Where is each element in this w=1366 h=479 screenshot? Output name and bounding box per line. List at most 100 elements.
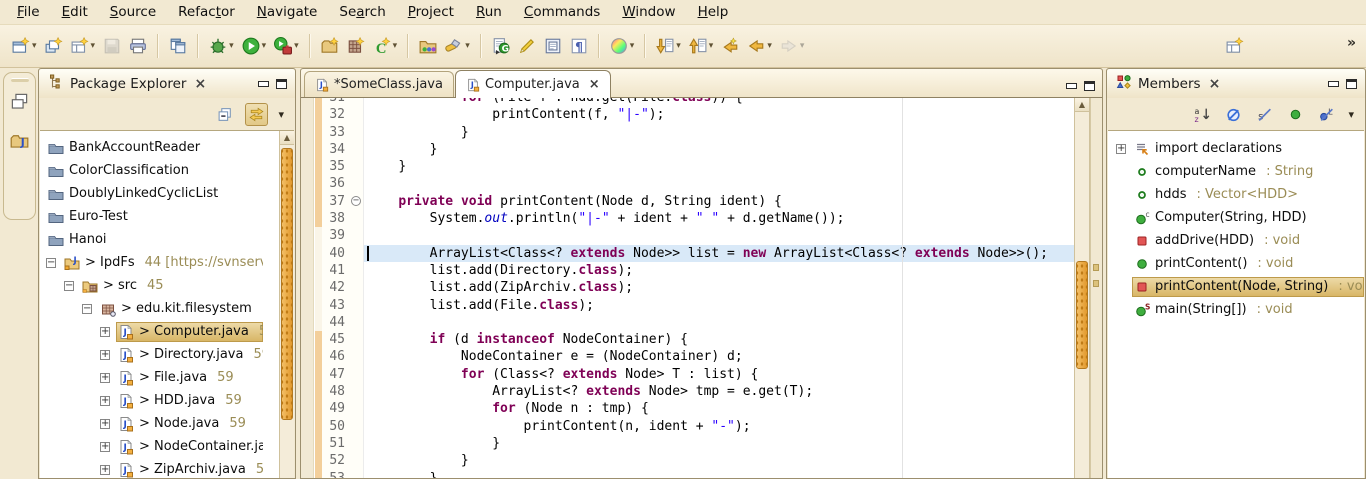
new-view-wizard-button[interactable]: ▾ xyxy=(68,34,99,58)
hide-static-button[interactable]: s xyxy=(1253,103,1276,126)
tree-item[interactable]: +J> Computer.java59 xyxy=(40,320,279,343)
tree-item[interactable]: Hanoi xyxy=(40,228,279,251)
minimize-button[interactable] xyxy=(1065,82,1076,90)
maximize-button[interactable] xyxy=(1084,81,1095,91)
code-line-44[interactable]: 44 xyxy=(315,314,1074,331)
code-line-37[interactable]: 37− private void printContent(Node d, St… xyxy=(315,193,1074,210)
back-dropdown-icon[interactable]: ▾ xyxy=(767,41,772,51)
member-item-body[interactable]: addDrive(HDD) : void xyxy=(1132,231,1364,251)
code-line-33[interactable]: 33 } xyxy=(315,124,1074,141)
view-menu-button[interactable]: ▾ xyxy=(276,108,286,121)
code-line-47[interactable]: 47 for (Class<? extends Node> T : list) … xyxy=(315,366,1074,383)
code-text[interactable]: private void printContent(Node d, String… xyxy=(364,193,1074,210)
last-edit-location-button[interactable] xyxy=(718,34,742,58)
new-view-shortcut-button[interactable] xyxy=(1226,37,1244,59)
code-line-50[interactable]: 50 printContent(n, ident + "-"); xyxy=(315,418,1074,435)
new-view-wizard-icon[interactable] xyxy=(1226,37,1244,55)
sort-button[interactable]: az xyxy=(1191,103,1214,126)
code-text[interactable]: list.add(Directory.class); xyxy=(364,262,1074,279)
member-item-body[interactable]: import declarations xyxy=(1132,139,1364,159)
code-line-34[interactable]: 34 } xyxy=(315,141,1074,158)
new-window-button[interactable] xyxy=(166,34,190,58)
code-line-38[interactable]: 38 System.out.println("|-" + ident + " "… xyxy=(315,210,1074,227)
previous-annotation-button[interactable]: ▾ xyxy=(686,34,717,58)
tree-item-body[interactable]: J> Node.java59 xyxy=(116,414,263,434)
tree-item[interactable]: −> edu.kit.filesystem xyxy=(40,297,279,320)
color-palette-button[interactable]: ▾ xyxy=(607,34,638,58)
code-text[interactable]: list.add(ZipArchiv.class); xyxy=(364,279,1074,296)
hide-fields-button[interactable] xyxy=(1222,103,1245,126)
tree-item-body[interactable]: Hanoi xyxy=(46,230,263,250)
tree-item[interactable]: −J> IpdFs44 [https://svnserver.i xyxy=(40,251,279,274)
code-line-51[interactable]: 51 } xyxy=(315,435,1074,452)
tree-item[interactable]: +J> File.java59 xyxy=(40,366,279,389)
code-text[interactable]: for (Node n : tmp) { xyxy=(364,400,1074,417)
run-dropdown-icon[interactable]: ▾ xyxy=(262,41,267,51)
debug-button[interactable]: ▾ xyxy=(206,34,237,58)
fold-ruler-cell[interactable]: − xyxy=(349,193,364,210)
code-text[interactable]: } xyxy=(364,124,1074,141)
code-text[interactable]: printContent(f, "|-"); xyxy=(364,106,1074,123)
search-dropdown-icon[interactable]: ▾ xyxy=(465,41,470,51)
package-explorer-scrollbar[interactable]: ▲ xyxy=(279,131,294,478)
tree-item-body[interactable]: J> ZipArchiv.java59 xyxy=(116,460,263,479)
code-text[interactable]: NodeContainer e = (NodeContainer) d; xyxy=(364,348,1074,365)
tree-item-body[interactable]: J> IpdFs44 [https://svnserver.i xyxy=(62,253,263,273)
member-item[interactable]: Smain(String[]) : void xyxy=(1108,298,1364,321)
member-item-body[interactable]: printContent(Node, String) : void xyxy=(1132,277,1364,297)
code-line-41[interactable]: 41 list.add(Directory.class); xyxy=(315,262,1074,279)
code-line-49[interactable]: 49 for (Node n : tmp) { xyxy=(315,400,1074,417)
print-button[interactable] xyxy=(126,34,150,58)
member-item-body[interactable]: hdds : Vector<HDD> xyxy=(1132,185,1364,205)
member-item[interactable]: addDrive(HDD) : void xyxy=(1108,229,1364,252)
tree-item[interactable]: + J> Node.java59 xyxy=(40,412,279,435)
minimize-button[interactable] xyxy=(257,80,268,88)
maximize-button[interactable] xyxy=(1346,79,1357,89)
tree-item[interactable]: +J> ZipArchiv.java59 xyxy=(40,458,279,478)
tree-item[interactable]: + J> HDD.java59 xyxy=(40,389,279,412)
show-whitespace-button[interactable]: ¶ xyxy=(567,34,591,58)
editor-tab-computerjava[interactable]: JComputer.java× xyxy=(455,70,611,98)
code-text[interactable]: } xyxy=(364,470,1074,478)
package-explorer-view-tab[interactable]: Package Explorer × xyxy=(39,74,217,94)
tree-expander-plus-icon[interactable]: + xyxy=(100,419,110,429)
run-button[interactable]: ▾ xyxy=(239,34,270,58)
tree-expander-plus-icon[interactable]: + xyxy=(100,373,110,383)
collapse-all-button[interactable] xyxy=(214,103,237,126)
hide-local-types-button[interactable]: L xyxy=(1315,103,1338,126)
menu-navigate[interactable]: Navigate xyxy=(246,1,329,23)
new-wizard-dropdown-icon[interactable]: ▾ xyxy=(32,41,37,51)
next-annotation-dropdown-icon[interactable]: ▾ xyxy=(676,41,681,51)
tree-item[interactable]: +J> Directory.java59 xyxy=(40,343,279,366)
tree-item-body[interactable]: J> Computer.java59 xyxy=(116,322,263,342)
code-text[interactable]: ArrayList<? extends Node> tmp = e.get(T)… xyxy=(364,383,1074,400)
member-item[interactable]: +import declarations xyxy=(1108,137,1364,160)
tree-item-body[interactable]: J> NodeContainer.java59 xyxy=(116,437,263,457)
tree-item-body[interactable]: J> HDD.java59 xyxy=(116,391,263,411)
code-text[interactable]: } xyxy=(364,158,1074,175)
member-item[interactable]: printContent() : void xyxy=(1108,252,1364,275)
member-item-body[interactable]: cComputer(String, HDD) xyxy=(1132,208,1364,228)
close-view-icon[interactable]: × xyxy=(192,76,208,92)
code-text[interactable] xyxy=(364,227,1074,244)
tree-item-body[interactable]: BankAccountReader xyxy=(46,138,263,158)
code-line-45[interactable]: 45 if (d instanceof NodeContainer) { xyxy=(315,331,1074,348)
menu-refactor[interactable]: Refactor xyxy=(167,1,246,23)
new-view-wizard-dropdown-icon[interactable]: ▾ xyxy=(91,41,96,51)
color-palette-dropdown-icon[interactable]: ▾ xyxy=(630,41,635,51)
code-text[interactable]: System.out.println("|-" + ident + " " + … xyxy=(364,210,1074,227)
code-line-32[interactable]: 32 printContent(f, "|-"); xyxy=(315,106,1074,123)
fold-collapse-icon[interactable]: − xyxy=(351,196,361,206)
code-text[interactable]: for (Class<? extends Node> T : list) { xyxy=(364,366,1074,383)
member-item[interactable]: computerName : String xyxy=(1108,160,1364,183)
tree-item[interactable]: −> src45 xyxy=(40,274,279,297)
scrollbar-thumb[interactable] xyxy=(281,148,293,420)
tree-item-body[interactable]: > edu.kit.filesystem xyxy=(98,299,263,319)
tree-expander-minus-icon[interactable]: − xyxy=(82,304,92,314)
scroll-up-button[interactable]: ▲ xyxy=(1075,98,1089,112)
back-button[interactable]: ▾ xyxy=(744,34,775,58)
menu-window[interactable]: Window xyxy=(611,1,686,23)
tree-expander-plus-icon[interactable]: + xyxy=(100,396,110,406)
next-annotation-button[interactable]: ▾ xyxy=(653,34,684,58)
java-perspective-button[interactable]: J xyxy=(10,131,29,154)
